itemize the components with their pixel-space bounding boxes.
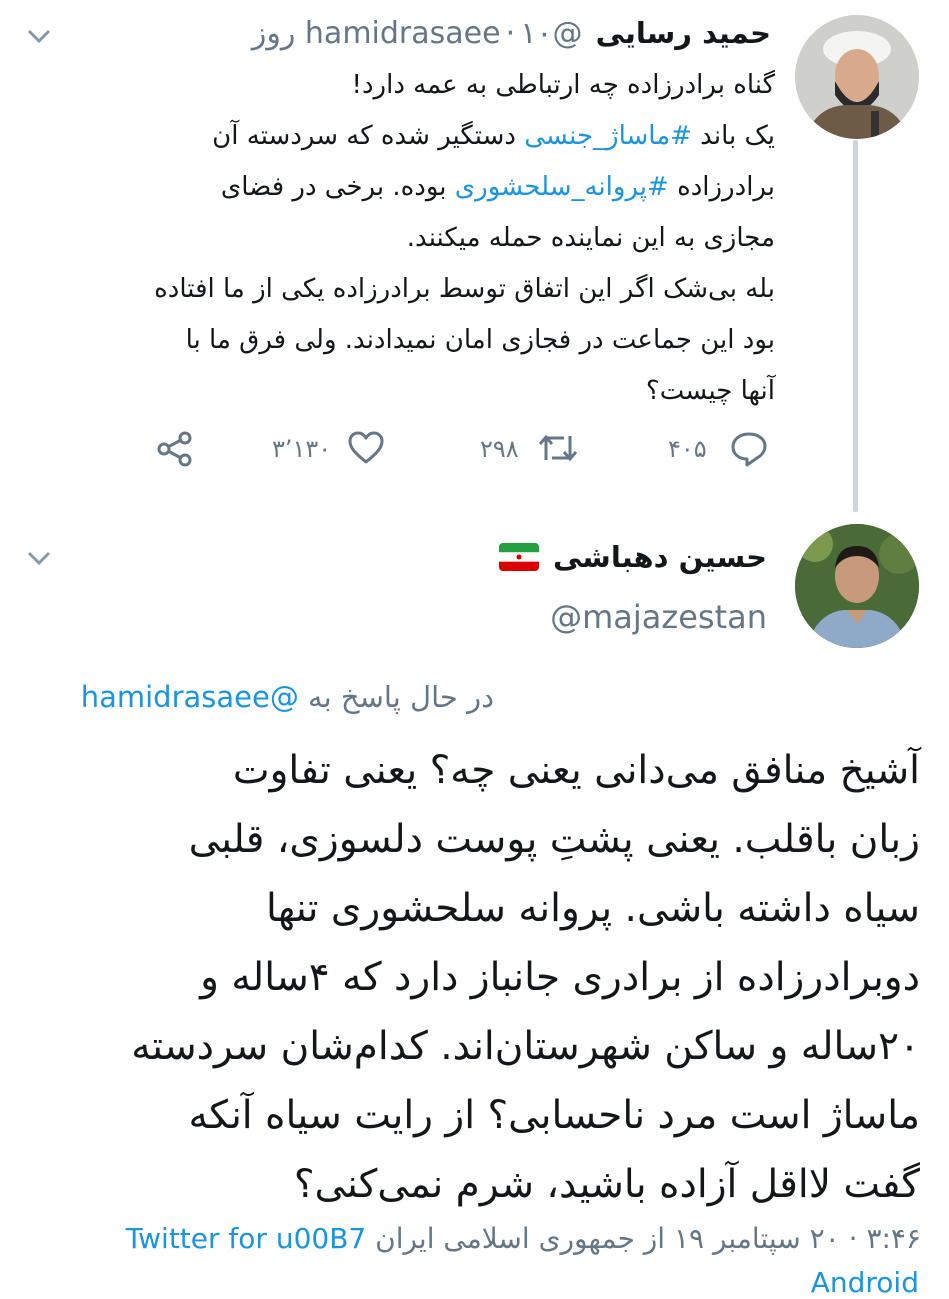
tweet-line: بود این جماعت در فجازی امان نمیدادند. ول…: [30, 315, 775, 366]
like-icon[interactable]: [347, 431, 385, 465]
tweet-line: برادرزاده #پروانه_سلحشوری بوده. برخی در …: [30, 162, 775, 213]
footer-source-2[interactable]: Android: [811, 1266, 919, 1299]
tweet-line: ۲۰ساله و ساکن شهرستان‌اند. کدام‌شان سردس…: [131, 1024, 920, 1069]
tweet-line: مجازی به این نماینده حمله میکنند.: [30, 213, 775, 264]
tweet-line: دوبرادرزاده از برادری جانباز دارد که ۴سا…: [200, 955, 920, 1000]
retweet-count: ۲۹۸: [480, 435, 519, 463]
reply-mention[interactable]: @hamidrasaee: [81, 680, 299, 714]
hashtag-link[interactable]: #ماساژ_جنسی: [524, 121, 692, 151]
iran-flag-icon: [498, 543, 539, 571]
author-name[interactable]: حسین دهباشی: [553, 540, 767, 574]
tweet-line: گفت لااقل آزاده باشید، شرم نمی‌کنی؟: [293, 1162, 920, 1207]
tweet-text-segment: مجازی به این نماینده حمله میکنند.: [406, 223, 775, 253]
author-name[interactable]: حمید رسایی: [596, 16, 771, 50]
tweet-text-segment: بله بی‌شک اگر این اتفاق توسط برادرزاده ی…: [154, 274, 775, 304]
tweet-line: گناه برادرزاده چه ارتباطی به عمه دارد!: [30, 60, 775, 111]
tweet-line: زبان باقلب. یعنی پشتِ پوست دلسوزی، قلبی: [188, 817, 920, 862]
avatar[interactable]: [795, 15, 919, 139]
tweet-text-segment: بود این جماعت در فجازی امان نمیدادند. ول…: [185, 325, 775, 355]
tweet-line: ماساژ است مرد ناحسابی؟ از رایت سیاه آنکه: [188, 1093, 921, 1138]
footer-time[interactable]: ۳:۴۶ · ۲۰: [810, 1222, 921, 1255]
footer-date[interactable]: سپتامبر ۱۹ از جمهوری اسلامی ایران: [375, 1222, 801, 1255]
tweet-text-segment: آنها چیست؟: [645, 376, 775, 406]
separator: ·: [505, 16, 516, 51]
tweet-text-segment: گناه برادرزاده چه ارتباطی به عمه دارد!: [351, 70, 775, 100]
hashtag-link[interactable]: #پروانه_سلحشوری: [455, 172, 669, 202]
avatar[interactable]: [795, 524, 919, 648]
tweet-2-text: آشیخ منافق می‌دانی یعنی چه؟ یعنی تفاوت زب…: [40, 736, 920, 1219]
chevron-down-icon[interactable]: [26, 548, 52, 568]
reply-prefix: در حال پاسخ به: [308, 680, 494, 714]
share-icon[interactable]: [156, 430, 194, 468]
tweet-line: آشیخ منافق می‌دانی یعنی چه؟ یعنی تفاوت: [232, 748, 920, 793]
footer-source[interactable]: Twitter for u00B7: [126, 1222, 367, 1255]
tweet-2-header: حسین دهباشی: [498, 540, 767, 574]
tweet-text-segment: برادرزاده: [668, 172, 775, 202]
reply-icon[interactable]: [730, 431, 768, 467]
tweet-line: یک باند #ماساژ_جنسی دستگیر شده که سردسته…: [30, 111, 775, 162]
thread-line: [853, 140, 858, 512]
tweet-text-segment: یک باند: [691, 121, 775, 151]
chevron-down-icon[interactable]: [26, 26, 52, 46]
tweet-1-text: گناه برادرزاده چه ارتباطی به عمه دارد! یک…: [30, 60, 775, 417]
tweet-line: آنها چیست؟: [30, 366, 775, 417]
tweet-text-segment: بوده. برخی در فضای: [220, 172, 455, 202]
tweet-1-header: حمید رسایی @hamidrasaee · ۱۰ روز: [252, 16, 771, 51]
tweet-text-segment: دستگیر شده که سردسته آن: [212, 121, 525, 151]
reply-count: ۴۰۵: [668, 435, 707, 463]
replying-to: در حال پاسخ به @hamidrasaee: [81, 680, 494, 714]
tweet-line: بله بی‌شک اگر این اتفاق توسط برادرزاده ی…: [30, 264, 775, 315]
tweet-line: سیاه داشته باشی. پروانه سلحشوری تنها: [266, 886, 920, 931]
like-count: ۳٬۱۳۰: [272, 435, 332, 463]
retweet-icon[interactable]: [536, 430, 580, 466]
author-handle[interactable]: @majazestan: [550, 598, 767, 636]
tweet-footer: ۳:۴۶ · ۲۰ سپتامبر ۱۹ از جمهوری اسلامی ای…: [126, 1222, 921, 1255]
